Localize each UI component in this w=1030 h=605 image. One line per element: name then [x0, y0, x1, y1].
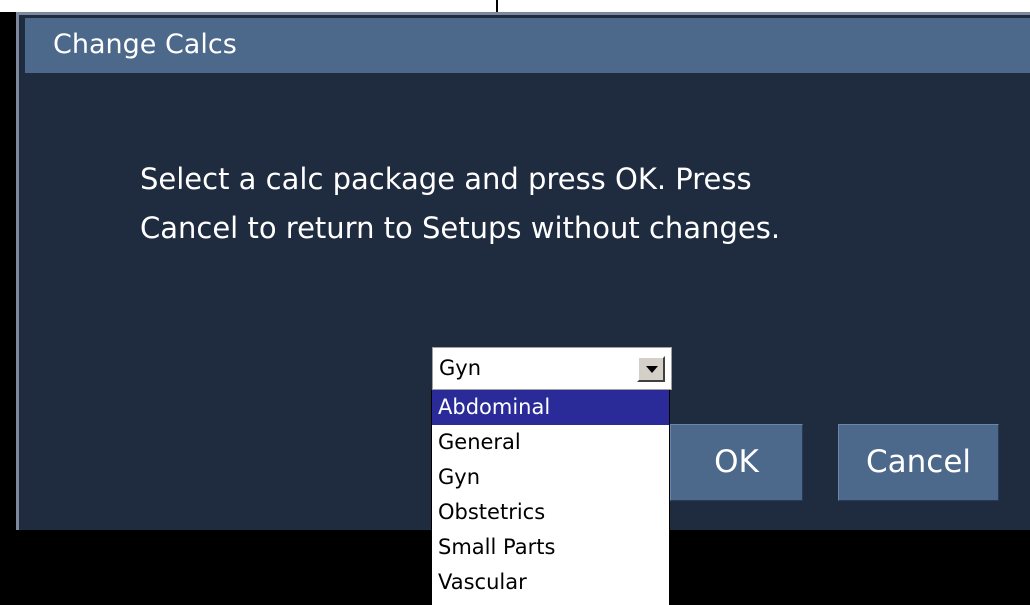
dropdown-option-abdominal[interactable]: Abdominal	[432, 390, 669, 425]
top-band	[0, 0, 1030, 12]
calc-package-select[interactable]: Gyn	[432, 347, 672, 390]
calc-package-dropdown-list: Abdominal General Gyn Obstetrics Small P…	[431, 390, 670, 605]
dialog-title-bar: Change Calcs	[25, 18, 1030, 73]
dropdown-option-obstetrics[interactable]: Obstetrics	[432, 495, 669, 530]
dialog-message: Select a calc package and press OK. Pres…	[140, 155, 940, 253]
ok-button[interactable]: OK	[670, 424, 803, 501]
cancel-button[interactable]: Cancel	[838, 424, 999, 501]
dialog-message-line-1: Select a calc package and press OK. Pres…	[140, 162, 752, 196]
dropdown-option-vascular[interactable]: Vascular	[432, 565, 669, 600]
dropdown-option-small-parts[interactable]: Small Parts	[432, 530, 669, 565]
dropdown-option-general[interactable]: General	[432, 425, 669, 460]
calc-package-select-value: Gyn	[439, 356, 482, 380]
dialog-title: Change Calcs	[53, 29, 237, 60]
dropdown-option-gyn[interactable]: Gyn	[432, 460, 669, 495]
chevron-down-icon[interactable]	[637, 356, 665, 382]
dialog-message-line-2: Cancel to return to Setups without chang…	[140, 211, 781, 245]
top-divider	[496, 0, 498, 12]
